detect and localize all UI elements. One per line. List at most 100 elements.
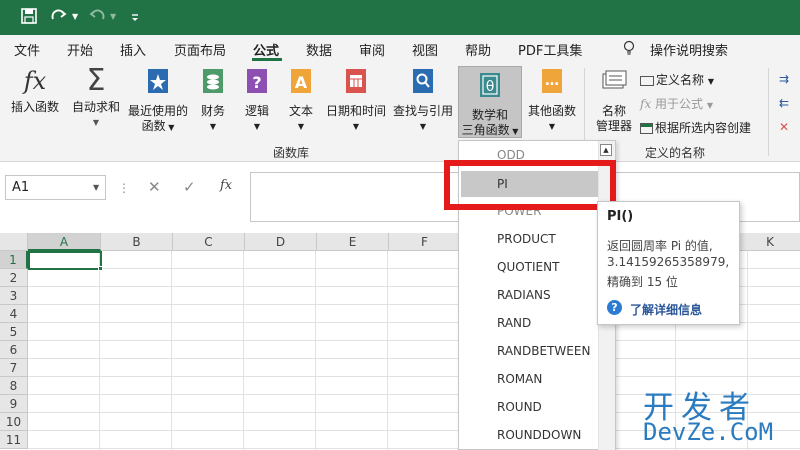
dropdown-item-product[interactable]: PRODUCT [497, 232, 556, 246]
column-header-k[interactable]: K [740, 233, 800, 251]
math-label-1: 数学和 [471, 108, 508, 122]
column-header-f[interactable]: F [389, 233, 461, 251]
dropdown-item-roman[interactable]: ROMAN [497, 372, 542, 386]
row-header-11[interactable]: 11 [0, 431, 28, 449]
insert-function-button[interactable]: fx 插入函数 [8, 66, 62, 115]
dropdown-item-quotient[interactable]: QUOTIENT [497, 260, 559, 274]
text-button[interactable]: A 文本 ▼ [286, 66, 316, 134]
row-header-3[interactable]: 3 [0, 287, 28, 305]
tab-home[interactable]: 开始 [67, 40, 93, 59]
trace-precedents-icon[interactable]: ⇉ [779, 72, 789, 86]
lookup-label: 查找与引用 [392, 104, 453, 118]
cancel-icon[interactable]: ✕ [148, 178, 161, 196]
active-cell-a1[interactable] [28, 251, 102, 270]
recent-label-1: 最近使用的 [127, 104, 188, 118]
sigma-icon: Σ [86, 63, 106, 98]
column-header-a[interactable]: A [28, 233, 101, 251]
datetime-button[interactable]: 日期和时间 ▼ [325, 66, 387, 134]
row-header-5[interactable]: 5 [0, 323, 28, 341]
financial-button[interactable]: 财务 ▼ [196, 66, 230, 134]
name-box-dropdown-icon[interactable]: ▼ [93, 183, 99, 192]
customize-icon[interactable] [130, 7, 140, 27]
math-label-2: 三角函数 [461, 123, 510, 137]
column-header-b[interactable]: B [101, 233, 173, 251]
tab-help[interactable]: 帮助 [465, 40, 491, 59]
save-icon[interactable] [20, 7, 38, 27]
other-functions-button[interactable]: … 其他函数 ▼ [526, 66, 578, 134]
recent-functions-button[interactable]: 最近使用的 函数 ▼ [126, 66, 190, 135]
logical-button[interactable]: ? 逻辑 ▼ [242, 66, 272, 134]
dropdown-item-rand[interactable]: RAND [497, 316, 531, 330]
create-from-selection-button[interactable]: 根据所选内容创建 [640, 119, 751, 136]
name-manager-button[interactable]: 名称 管理器 [592, 66, 636, 134]
tab-page-layout[interactable]: 页面布局 [174, 40, 226, 59]
dropdown-item-radians[interactable]: RADIANS [497, 288, 551, 302]
name-box[interactable]: A1 [5, 175, 106, 200]
text-book-icon: A [286, 66, 316, 100]
fx-icon: fx [23, 67, 47, 95]
chevron-down-icon: ▼ [92, 118, 100, 127]
tab-pdf-tools[interactable]: PDF工具集 [518, 40, 582, 59]
column-header-c[interactable]: C [173, 233, 245, 251]
fill-handle[interactable] [98, 266, 103, 271]
create-from-selection-icon [640, 123, 653, 134]
use-in-formula-icon: fx [640, 97, 652, 111]
tab-data[interactable]: 数据 [306, 40, 332, 59]
row-header-4[interactable]: 4 [0, 305, 28, 323]
svg-text:?: ? [252, 73, 261, 92]
redo-icon[interactable] [50, 7, 68, 27]
tooltip-description-3: 精确到 15 位 [607, 275, 678, 289]
math-trig-button[interactable]: θ 数学和 三角函数 ▼ [458, 66, 522, 138]
highlight-annotation-box [444, 160, 616, 210]
select-all-corner[interactable] [0, 233, 28, 251]
star-book-icon [126, 66, 190, 100]
tab-file[interactable]: 文件 [14, 40, 40, 59]
row-header-7[interactable]: 7 [0, 359, 28, 377]
row-header-6[interactable]: 6 [0, 341, 28, 359]
dropdown-item-randbetween[interactable]: RANDBETWEEN [497, 344, 590, 358]
autosum-label: 自动求和 [71, 100, 120, 114]
trace-dependents-icon[interactable]: ⇇ [779, 96, 789, 110]
tooltip-title: PI() [607, 209, 634, 224]
row-header-9[interactable]: 9 [0, 395, 28, 413]
row-header-1[interactable]: 1 [0, 251, 28, 269]
tab-formulas[interactable]: 公式 [253, 40, 279, 59]
help-icon[interactable]: ? [607, 300, 622, 315]
tell-me-search[interactable]: 操作说明搜索 [650, 40, 728, 59]
use-in-formula-button[interactable]: fx 用于公式 ▼ [640, 95, 713, 112]
column-header-e[interactable]: E [317, 233, 389, 251]
row-header-2[interactable]: 2 [0, 269, 28, 287]
tooltip-description-1: 返回圆周率 Pi 的值, [607, 239, 713, 253]
svg-text:θ: θ [486, 79, 495, 95]
dropdown-item-round[interactable]: ROUND [497, 400, 542, 414]
insert-function-label: 插入函数 [10, 100, 59, 114]
title-bar [0, 0, 800, 35]
svg-text:A: A [295, 73, 308, 92]
autosum-button[interactable]: Σ 自动求和 ▼ [70, 66, 122, 130]
theta-book-icon: θ [459, 70, 521, 104]
dropdown-item-rounddown[interactable]: ROUNDDOWN [497, 428, 581, 442]
row-header-8[interactable]: 8 [0, 377, 28, 395]
other-label: 其他函数 [527, 104, 576, 118]
undo-icon[interactable] [88, 7, 106, 27]
redo-dropdown-icon[interactable]: ▼ [72, 12, 78, 21]
calendar-book-icon [325, 66, 387, 100]
learn-more-link[interactable]: 了解详细信息 [630, 301, 702, 318]
define-name-icon [640, 75, 654, 86]
active-tab-indicator [252, 58, 282, 61]
tab-view[interactable]: 视图 [412, 40, 438, 59]
tab-review[interactable]: 审阅 [359, 40, 385, 59]
lookup-button[interactable]: 查找与引用 ▼ [392, 66, 454, 134]
tab-insert[interactable]: 插入 [120, 40, 146, 59]
scroll-up-icon[interactable]: ▲ [600, 144, 612, 156]
row-header-10[interactable]: 10 [0, 413, 28, 431]
watermark-site: DevZe.CoM [643, 418, 774, 446]
remove-arrows-icon[interactable]: ✕ [779, 120, 789, 134]
datetime-label: 日期和时间 [325, 104, 386, 118]
coins-book-icon [196, 66, 230, 100]
undo-dropdown-icon[interactable]: ▼ [110, 12, 116, 21]
insert-function-fx-icon[interactable]: fx [220, 178, 232, 193]
enter-icon[interactable]: ✓ [183, 178, 196, 196]
column-header-d[interactable]: D [245, 233, 317, 251]
define-name-button[interactable]: 定义名称 ▼ [640, 71, 714, 88]
